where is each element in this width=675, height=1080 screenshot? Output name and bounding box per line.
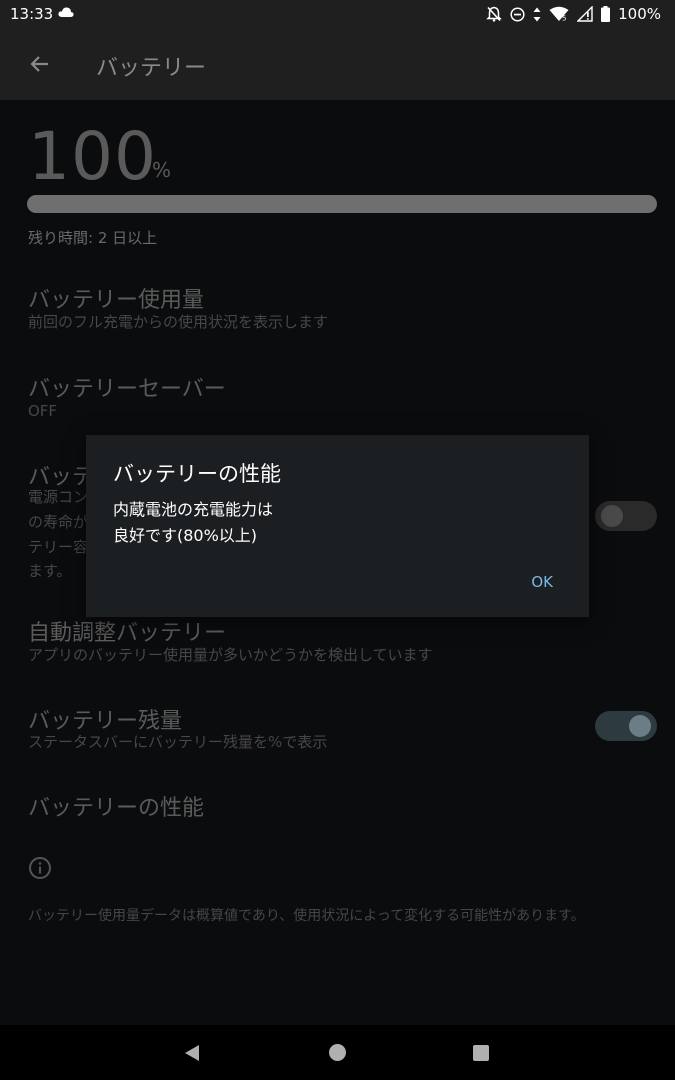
battery-care-line-3: テリー容	[28, 538, 89, 556]
nav-back-icon[interactable]	[184, 1044, 200, 1062]
battery-percentage-text: 100%	[618, 5, 661, 23]
wifi-icon: 5	[549, 6, 569, 22]
battery-level-fill	[27, 195, 657, 213]
dialog-title: バッテリーの性能	[113, 462, 281, 486]
battery-percentage-toggle[interactable]	[595, 711, 657, 741]
battery-care-toggle[interactable]	[595, 501, 657, 531]
navigation-bar	[0, 1025, 675, 1080]
app-bar: バッテリー	[0, 28, 675, 100]
toggle-knob	[629, 715, 651, 737]
signal-icon	[577, 6, 593, 22]
ok-button[interactable]: OK	[531, 573, 553, 591]
back-arrow-icon[interactable]	[28, 52, 52, 76]
battery-care-line-4: ます。	[28, 562, 72, 580]
data-arrows-icon	[533, 7, 541, 21]
nav-recents-icon[interactable]	[473, 1045, 489, 1061]
battery-saver-title: バッテリーセーバー	[28, 377, 226, 402]
battery-performance-title: バッテリーの性能	[28, 796, 205, 821]
page-title: バッテリー	[96, 56, 207, 81]
adaptive-battery-subtitle: アプリのバッテリー使用量が多いかどうかを検出しています	[28, 646, 433, 664]
battery-performance-dialog: バッテリーの性能 内蔵電池の充電能力は 良好です(80%以上) OK	[86, 435, 589, 617]
battery-level-number: 100	[28, 118, 157, 195]
notifications-off-icon	[486, 6, 502, 22]
toggle-knob	[601, 505, 623, 527]
svg-text:5: 5	[562, 15, 566, 23]
battery-icon	[601, 6, 611, 22]
status-time: 13:33	[10, 5, 54, 23]
remaining-time: 残り時間: 2 日以上	[28, 229, 158, 247]
info-icon	[29, 857, 51, 879]
dialog-message-line-2: 良好です(80%以上)	[113, 526, 258, 545]
dialog-message: 内蔵電池の充電能力は 良好です(80%以上)	[113, 497, 533, 549]
battery-usage-subtitle: 前回のフル充電からの使用状況を表示します	[28, 313, 329, 331]
nav-home-icon[interactable]	[329, 1044, 346, 1061]
dialog-message-line-1: 内蔵電池の充電能力は	[113, 500, 274, 519]
status-icons: 5 100%	[486, 5, 661, 23]
battery-care-line-1: 電源コン	[28, 488, 89, 506]
cloud-icon	[58, 7, 74, 17]
do-not-disturb-icon	[510, 6, 525, 22]
status-bar: 13:33 5 100%	[0, 0, 675, 28]
battery-saver-subtitle: OFF	[28, 402, 58, 420]
battery-percentage-subtitle: ステータスバーにバッテリー残量を%で表示	[28, 733, 328, 751]
battery-level-bar	[27, 195, 657, 213]
footer-note: バッテリー使用量データは概算値であり、使用状況によって変化する可能性があります。	[28, 908, 585, 924]
battery-level-unit: %	[152, 158, 172, 182]
battery-care-line-2: の寿命が	[28, 513, 89, 531]
